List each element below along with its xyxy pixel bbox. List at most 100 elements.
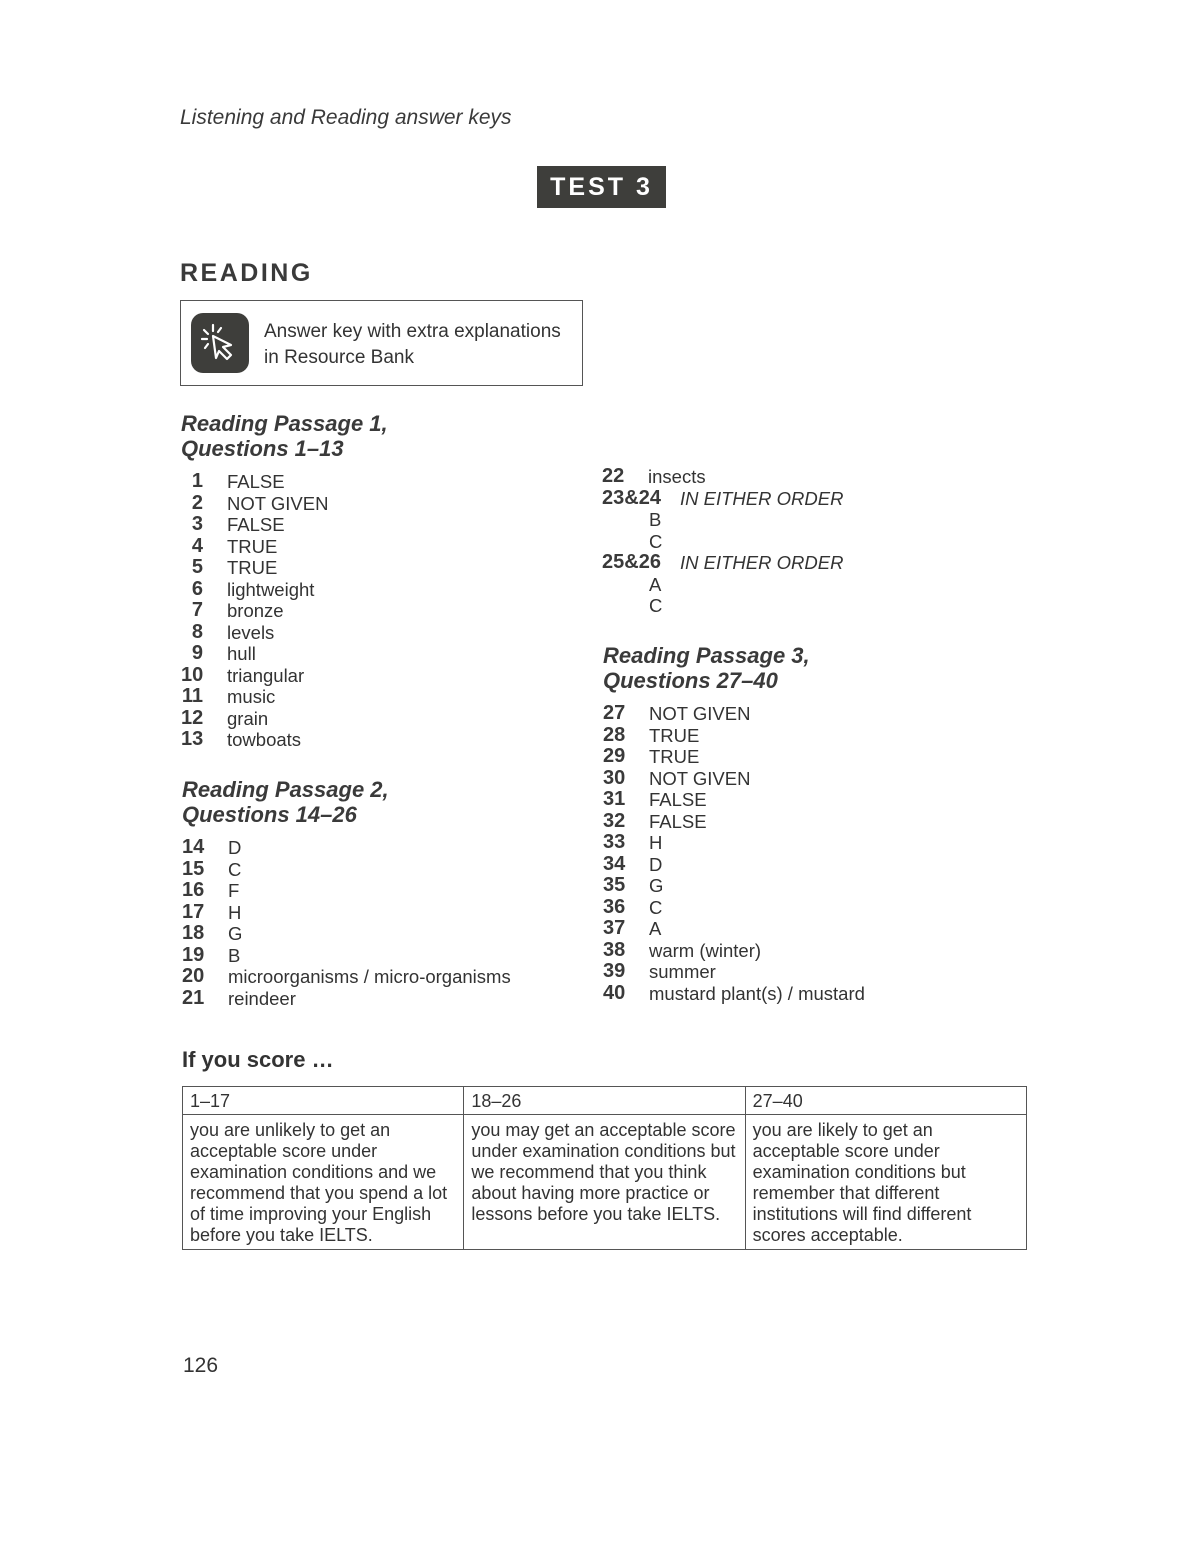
answer-value: FALSE	[649, 810, 707, 832]
answer-row: 7 bronze	[181, 599, 388, 622]
answer-value: levels	[227, 621, 275, 643]
answer-row: 32 FALSE	[603, 809, 865, 833]
answer-row: 18 G	[182, 922, 511, 945]
answer-row: 9 hull	[181, 642, 388, 665]
answer-value: G	[649, 875, 664, 896]
answer-value: summer	[649, 961, 716, 982]
passage1-heading: Reading Passage 1, Questions 1–13	[181, 411, 388, 461]
question-number: 29	[603, 745, 626, 767]
question-number: 39	[603, 960, 626, 982]
answer-row: 17 H	[182, 900, 511, 924]
answer-value: FALSE	[649, 789, 707, 810]
answer-value: microorganisms / micro-organisms	[228, 966, 511, 987]
answer-value: music	[227, 686, 276, 707]
answer-value: mustard plant(s) / mustard	[649, 982, 865, 1004]
answer-value: hull	[227, 643, 256, 664]
section-title: READING	[180, 259, 313, 287]
question-number: 1	[191, 470, 203, 492]
score-table: 1–17 18–26 27–40 you are unlikely to get…	[181, 1086, 1028, 1250]
answer-value: TRUE	[649, 724, 700, 746]
answer-value: reindeer	[228, 987, 296, 1009]
answer-value: D	[649, 853, 663, 875]
question-number: 25&26	[602, 551, 661, 573]
cursor-click-icon	[191, 313, 249, 373]
answer-value: bronze	[227, 600, 284, 621]
answer-value: triangular	[227, 664, 305, 686]
answer-row: 8 levels	[181, 621, 388, 644]
answer-value: NOT GIVEN	[649, 767, 751, 789]
question-number: 34	[603, 852, 626, 875]
answer-value: towboats	[227, 729, 302, 750]
question-number: 17	[182, 900, 205, 923]
answer-value: C	[228, 858, 242, 880]
question-number: 9	[191, 642, 203, 664]
answer-row: 6 lightweight	[181, 578, 388, 601]
passage3-heading-line2: Questions 27–40	[603, 668, 778, 693]
question-number: 21	[182, 986, 205, 1009]
answer-value: FALSE	[227, 514, 285, 535]
answer-row: 1 FALSE	[181, 470, 388, 493]
answer-value: H	[649, 832, 663, 853]
page-number: 126	[183, 1354, 219, 1377]
question-number: 23&24	[602, 486, 661, 509]
question-number: 16	[182, 879, 205, 901]
answer-row: 31 FALSE	[603, 788, 865, 811]
question-number: 12	[181, 706, 204, 729]
passage2-heading-line1: Reading Passage 2,	[182, 777, 389, 802]
question-number: 37	[603, 917, 626, 939]
passage2-heading: Reading Passage 2, Questions 14–26	[182, 777, 511, 827]
answer-value: C	[649, 595, 663, 616]
question-number: 36	[603, 895, 626, 918]
answer-value: TRUE	[227, 557, 278, 578]
either-order-label: IN EITHER ORDER	[680, 552, 844, 573]
either-order-label: IN EITHER ORDER	[680, 487, 844, 509]
combined-answer-row: 25&26 IN EITHER ORDER	[602, 551, 844, 574]
passage3-answer-list: 27 NOT GIVEN 28 TRUE 29 TRUE 30 NOT GIVEN 31 FALS…	[603, 702, 865, 1004]
score-table-header-row: 1–17 18–26 27–40	[181, 1086, 1028, 1115]
question-number: 18	[182, 922, 205, 944]
answer-value: FALSE	[227, 471, 285, 492]
answer-value: F	[228, 880, 240, 901]
answer-value: A	[649, 918, 662, 939]
answer-row: 15 C	[182, 857, 511, 881]
answer-value: H	[228, 901, 242, 923]
passage2-answer-list: 14 D 15 C 16 F 17 H 18 G 19 B 20 microorganisms / mic…	[182, 836, 511, 1009]
question-number: 30	[603, 766, 626, 789]
answer-row: 16 F	[182, 879, 511, 902]
question-number: 33	[603, 831, 626, 853]
score-range-cell: 1–17	[181, 1086, 465, 1115]
running-head: Listening and Reading answer keys	[180, 106, 512, 129]
passage1-section: Reading Passage 1, Questions 1–13 1 FALSE…	[181, 411, 388, 751]
question-number: 4	[191, 534, 203, 557]
answer-row: 35 G	[603, 874, 865, 897]
answer-row: 36 C	[603, 895, 865, 919]
answer-value: TRUE	[227, 535, 278, 557]
answer-row: 33 H	[603, 831, 865, 854]
question-number: 15	[182, 857, 205, 880]
answer-value: G	[228, 923, 243, 944]
answer-value: B	[649, 509, 662, 530]
answer-row: 34 D	[603, 852, 865, 876]
question-number: 40	[603, 981, 626, 1004]
answer-row: 13 towboats	[181, 728, 388, 751]
answer-value: D	[228, 837, 242, 858]
question-number: 38	[603, 938, 626, 961]
passage1-heading-line2: Questions 1–13	[181, 436, 344, 461]
passage2-answer-list-continued: 22 insects 23&24 IN EITHER ORDER B C 25&26 IN E…	[602, 465, 844, 617]
resource-text-line2: in Resource Bank	[264, 347, 414, 368]
resource-bank-callout: Answer key with extra explanations in Re…	[180, 300, 583, 386]
passage1-answer-list: 1 FALSE 2 NOT GIVEN 3 FALSE 4 TRUE 5 TRUE 6 lightwe…	[181, 470, 388, 751]
answer-value: grain	[227, 707, 269, 729]
question-number: 5	[191, 556, 203, 578]
passage1-heading-line1: Reading Passage 1,	[181, 411, 388, 436]
question-number: 7	[191, 599, 203, 621]
question-number: 28	[603, 723, 626, 746]
question-number: 35	[603, 874, 626, 896]
question-number: 13	[181, 728, 204, 750]
answer-row: 29 TRUE	[603, 745, 865, 768]
passage3-section: Reading Passage 3, Questions 27–40 27 NOT…	[603, 643, 865, 1004]
question-number: 32	[603, 809, 626, 832]
answer-value: B	[228, 944, 241, 966]
answer-row: 3 FALSE	[181, 513, 388, 536]
answer-value: A	[649, 573, 662, 595]
